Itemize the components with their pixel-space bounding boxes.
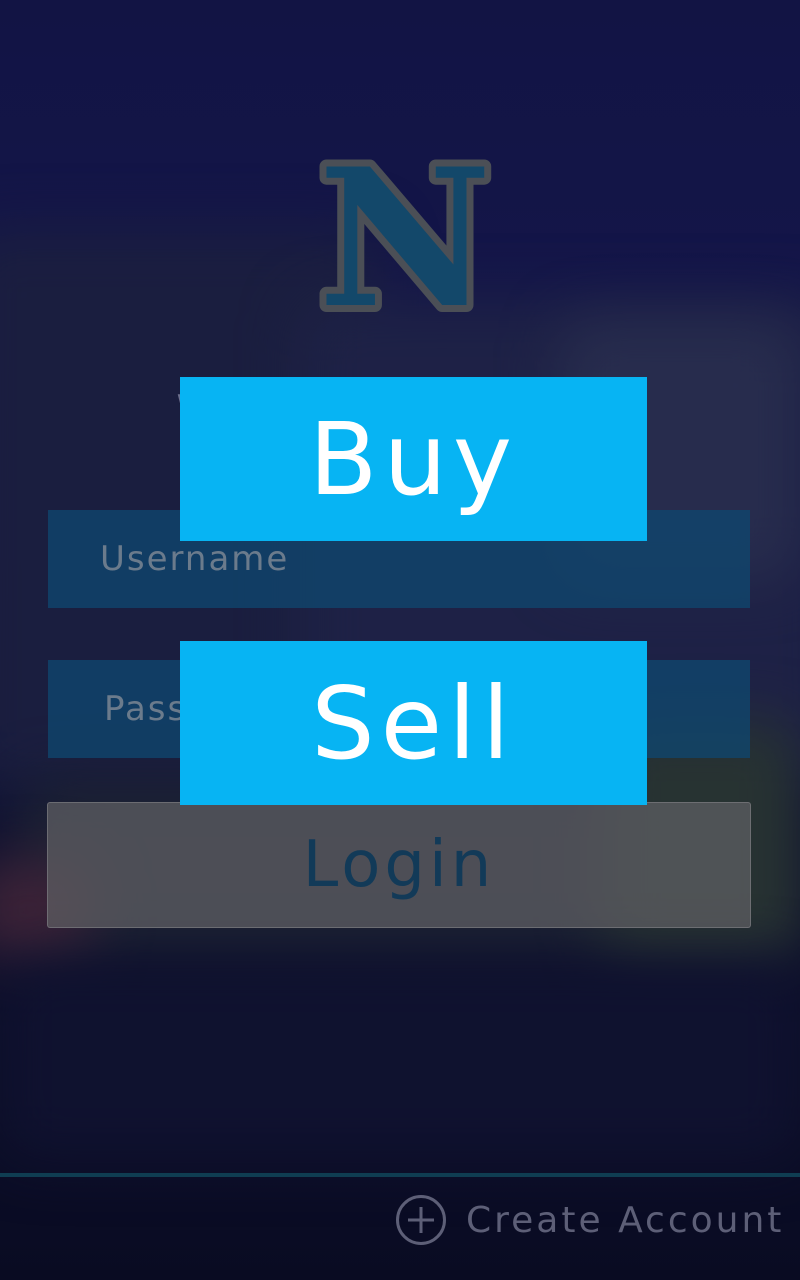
login-button[interactable]: Login bbox=[47, 802, 751, 928]
sell-button[interactable]: Sell bbox=[180, 641, 647, 805]
create-account-label: Create Account bbox=[466, 1199, 785, 1241]
buy-button[interactable]: Buy bbox=[180, 377, 647, 541]
buy-button-label: Buy bbox=[308, 400, 519, 518]
svg-text:N: N bbox=[318, 140, 492, 340]
plus-circle-icon bbox=[396, 1195, 446, 1245]
sell-button-label: Sell bbox=[311, 664, 516, 782]
create-account-link[interactable]: Create Account bbox=[396, 1194, 784, 1246]
footer-divider bbox=[0, 1173, 800, 1177]
app-logo: N bbox=[311, 140, 499, 340]
login-button-label: Login bbox=[302, 828, 496, 902]
